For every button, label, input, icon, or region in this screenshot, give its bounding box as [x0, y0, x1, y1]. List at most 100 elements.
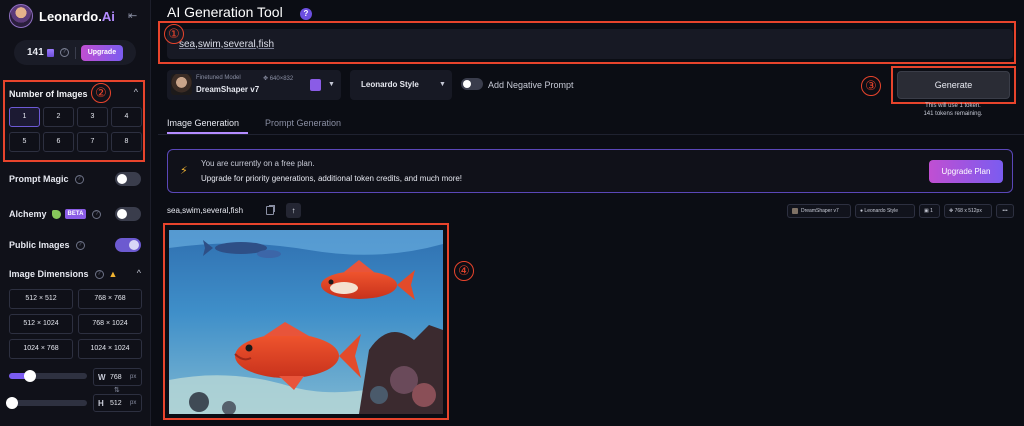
divider — [74, 46, 76, 59]
annotation-marker-2: ② — [91, 83, 111, 103]
negative-prompt-toggle[interactable] — [461, 78, 483, 90]
chip-style: ● Leonardo Style — [855, 204, 915, 218]
help-icon[interactable]: ? — [94, 269, 104, 279]
model-thumbnail-icon — [792, 207, 798, 214]
prompt-section: ① — [158, 21, 1016, 64]
annotation-marker-4: ④ — [454, 261, 474, 281]
model-name: DreamShaper v7 — [196, 85, 260, 94]
prompt-magic-toggle[interactable] — [115, 172, 141, 186]
model-select[interactable]: Finetuned Model ✥ 640×832 DreamShaper v7… — [167, 70, 341, 100]
number-of-images-section: Number of Images ② ^ 1234 5678 — [3, 80, 145, 162]
image-count-option[interactable]: 5 — [9, 132, 40, 152]
chip-dimensions-label: 768 x 512px — [954, 208, 982, 214]
width-field[interactable]: W 768 px — [93, 368, 142, 386]
token-pill: 141 ? Upgrade — [14, 40, 136, 65]
prompt-magic-label: Prompt Magic — [9, 174, 69, 184]
chip-count-label: 1 — [930, 208, 933, 214]
image-count-option[interactable]: 8 — [111, 132, 142, 152]
chip-model: DreamShaper v7 — [787, 204, 851, 218]
image-dimensions-options: 512 × 512 768 × 768 512 × 1024 768 × 1024 10… — [9, 289, 142, 359]
help-icon[interactable]: ? — [92, 209, 102, 219]
width-letter: W — [98, 372, 106, 382]
collapse-sidebar-icon[interactable]: ⇤ — [128, 9, 137, 22]
image-count-option[interactable]: 1 — [9, 107, 40, 127]
arrow-up-icon[interactable]: ↑ — [286, 203, 301, 218]
height-field[interactable]: H 512 px — [93, 394, 142, 412]
edit-icon[interactable] — [310, 79, 321, 91]
divider — [158, 134, 1024, 135]
number-of-images-title: Number of Images — [9, 89, 88, 99]
height-unit: px — [130, 400, 137, 406]
dimension-option[interactable]: 1024 × 1024 — [78, 339, 142, 359]
image-count-option[interactable]: 4 — [111, 107, 142, 127]
prompt-input[interactable] — [167, 29, 1013, 59]
image-dimensions-row: Image Dimensions ? ▲ ^ — [9, 266, 141, 282]
chevron-up-icon[interactable]: ^ — [134, 87, 138, 97]
tab-image-generation[interactable]: Image Generation — [167, 118, 239, 128]
generated-image[interactable] — [169, 230, 443, 414]
slider-thumb[interactable] — [24, 370, 36, 382]
toggle-knob — [117, 209, 127, 219]
copy-icon[interactable] — [266, 206, 274, 215]
image-dimensions-title: Image Dimensions — [9, 269, 89, 279]
model-thumbnail — [171, 74, 192, 95]
brand[interactable]: Leonardo.Ai — [9, 4, 115, 28]
toggle-knob — [129, 240, 139, 250]
dimension-option[interactable]: 768 × 1024 — [78, 314, 142, 334]
public-images-row: Public Images ? — [9, 237, 141, 253]
help-icon[interactable]: ? — [300, 8, 312, 20]
tab-prompt-generation[interactable]: Prompt Generation — [265, 118, 341, 128]
image-count-option[interactable]: 7 — [77, 132, 108, 152]
chevron-up-icon[interactable]: ^ — [137, 268, 141, 278]
brand-name: Leonardo.Ai — [39, 9, 115, 24]
help-icon[interactable]: ? — [75, 240, 85, 250]
chevron-down-icon[interactable]: ▼ — [328, 81, 335, 88]
image-count-option[interactable]: 2 — [43, 107, 74, 127]
more-options-icon[interactable]: ••• — [996, 204, 1014, 218]
banner-text: You are currently on a free plan. — [201, 159, 315, 168]
generate-button[interactable]: Generate — [897, 71, 1010, 99]
flask-icon — [51, 209, 61, 219]
dimension-option[interactable]: 1024 × 768 — [9, 339, 73, 359]
height-letter: H — [98, 398, 104, 408]
width-value: 768 — [110, 373, 122, 381]
toggle-knob — [463, 80, 471, 88]
image-count-option[interactable]: 6 — [43, 132, 74, 152]
token-count: 141 — [27, 47, 44, 58]
image-count-option[interactable]: 3 — [77, 107, 108, 127]
slider-thumb[interactable] — [6, 397, 18, 409]
width-slider[interactable] — [9, 370, 87, 382]
model-resolution-value: 640×832 — [269, 76, 294, 82]
public-images-label: Public Images — [9, 240, 70, 250]
token-icon — [46, 48, 54, 57]
brand-name-suffix: Ai — [101, 8, 115, 24]
token-usage-note: This will use 1 token. — [925, 103, 981, 109]
help-icon[interactable]: ? — [59, 48, 69, 57]
result-prompt: sea,swim,several,fish — [167, 206, 244, 215]
page-title: AI Generation Tool — [167, 4, 283, 20]
upgrade-button[interactable]: Upgrade — [80, 44, 124, 61]
link-dimensions-icon[interactable]: ⇅ — [114, 386, 120, 394]
chip-model-label: DreamShaper v7 — [801, 208, 839, 214]
height-value: 512 — [110, 399, 122, 407]
dimension-option[interactable]: 512 × 512 — [9, 289, 73, 309]
height-slider[interactable] — [6, 397, 87, 409]
sidebar: Leonardo.Ai ⇤ 141 ? Upgrade Number of Im… — [0, 0, 151, 426]
style-label: Leonardo Style — [361, 80, 419, 89]
help-icon[interactable]: ? — [74, 174, 84, 184]
alchemy-label: Alchemy — [9, 209, 47, 219]
lightning-icon: ⚡ — [180, 165, 188, 177]
public-images-toggle[interactable] — [115, 238, 141, 252]
style-select[interactable]: Leonardo Style ▼ — [350, 70, 452, 100]
brand-name-prefix: Leonardo. — [39, 8, 102, 24]
generated-image-frame: ④ — [163, 223, 474, 420]
upgrade-plan-button[interactable]: Upgrade Plan — [929, 160, 1003, 183]
alchemy-toggle[interactable] — [115, 207, 141, 221]
chip-count: ▣ 1 — [919, 204, 940, 218]
width-unit: px — [130, 374, 137, 380]
dimension-option[interactable]: 512 × 1024 — [9, 314, 73, 334]
chevron-down-icon[interactable]: ▼ — [439, 81, 446, 88]
prompt-magic-row: Prompt Magic ? — [9, 171, 141, 187]
model-subtitle: Finetuned Model — [196, 75, 241, 81]
dimension-option[interactable]: 768 × 768 — [78, 289, 142, 309]
